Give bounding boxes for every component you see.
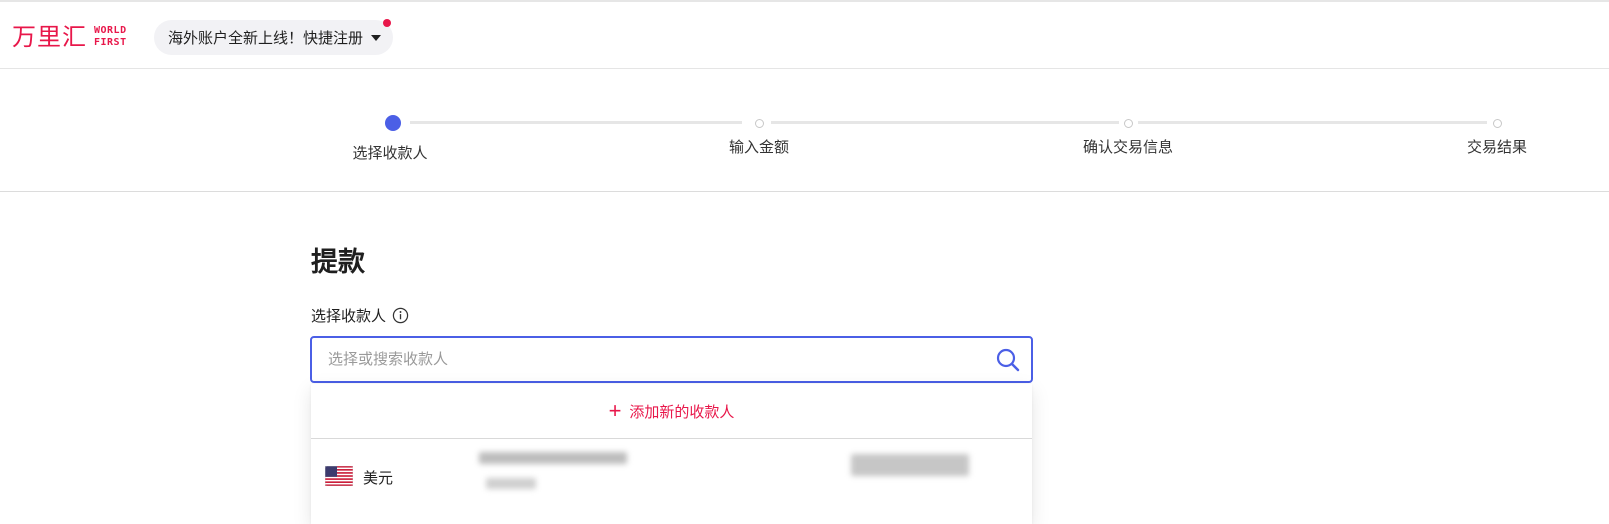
step-dot-2 xyxy=(755,119,764,128)
payee-search-input[interactable] xyxy=(326,339,995,380)
step-label-4: 交易结果 xyxy=(1466,139,1528,156)
redacted-payee-detail xyxy=(486,478,536,489)
redacted-payee-name xyxy=(479,452,627,464)
payee-list-item[interactable]: 美元 xyxy=(311,440,1032,524)
step-label-3: 确认交易信息 xyxy=(1082,139,1174,156)
info-icon[interactable] xyxy=(392,307,409,324)
search-icon[interactable] xyxy=(995,347,1021,373)
us-flag-icon xyxy=(325,466,353,486)
payee-currency: 美元 xyxy=(363,470,394,487)
notification-dot xyxy=(383,19,392,27)
step-dot-3 xyxy=(1124,119,1133,128)
plus-icon: + xyxy=(608,398,622,423)
logo-en-line1: WORLD xyxy=(94,25,127,36)
logo-en-text: WORLD FIRST xyxy=(94,25,127,49)
step-label-2: 输入金额 xyxy=(728,139,790,156)
redacted-account-number xyxy=(851,454,969,476)
logo-cn-text: 万里汇 xyxy=(12,23,87,51)
promo-text: 海外账户全新上线！快捷注册 xyxy=(168,30,364,47)
step-dot-1-active xyxy=(385,115,401,131)
step-connector xyxy=(771,121,1119,124)
payee-search-box[interactable] xyxy=(310,336,1033,383)
payee-field-label: 选择收款人 xyxy=(311,305,409,326)
logo-en-line2: FIRST xyxy=(94,37,127,48)
page-title: 提款 xyxy=(311,247,365,277)
add-payee-button[interactable]: + 添加新的收款人 xyxy=(311,384,1032,439)
step-connector xyxy=(410,121,742,124)
caret-down-icon xyxy=(371,34,382,41)
step-label-1: 选择收款人 xyxy=(352,145,428,162)
step-dot-4 xyxy=(1493,119,1502,128)
step-connector xyxy=(1138,121,1487,124)
worldfirst-logo[interactable]: 万里汇 WORLD FIRST xyxy=(12,22,127,52)
add-payee-label: 添加新的收款人 xyxy=(629,403,735,421)
payee-label-text: 选择收款人 xyxy=(311,308,387,325)
progress-stepper xyxy=(0,70,1609,192)
payee-dropdown: + 添加新的收款人 美元 xyxy=(311,384,1032,524)
promo-register-dropdown[interactable]: 海外账户全新上线！快捷注册 xyxy=(154,19,394,55)
header: 万里汇 WORLD FIRST 海外账户全新上线！快捷注册 xyxy=(0,2,1609,69)
